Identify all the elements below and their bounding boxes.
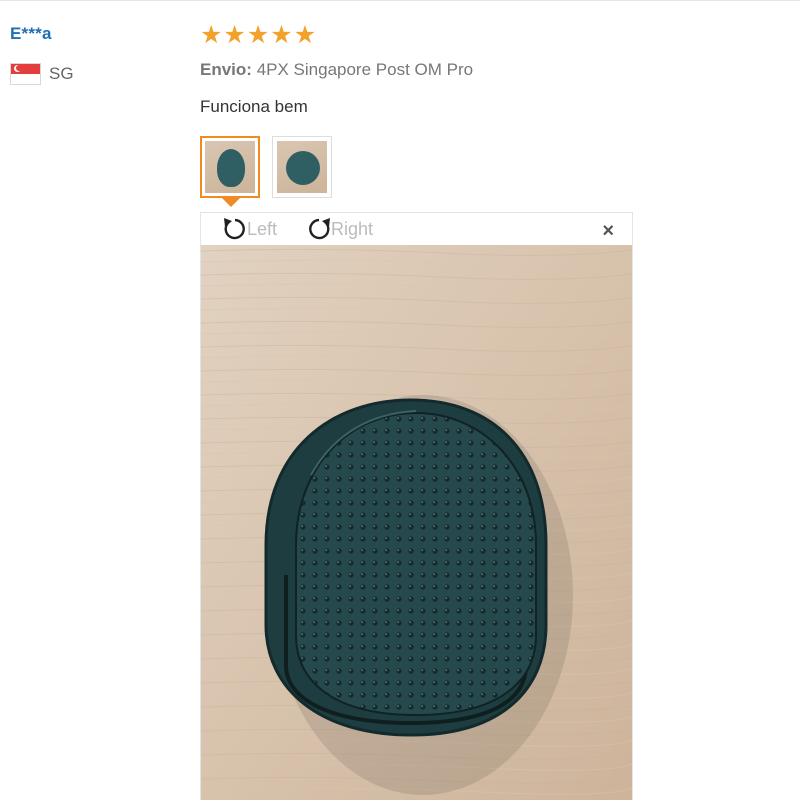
thumbnail-image <box>277 141 327 193</box>
star-icon: ★ <box>246 21 270 49</box>
shipping-method: 4PX Singapore Post OM Pro <box>256 60 474 79</box>
star-rating: ★ ★ ★ ★ ★ <box>200 22 316 48</box>
singapore-flag-icon <box>10 63 41 85</box>
rotate-left-label: Left <box>247 218 278 239</box>
top-divider <box>0 0 800 1</box>
buyer-name: E***a <box>10 24 52 43</box>
star-icon: ★ <box>200 21 223 49</box>
star-icon: ★ <box>270 21 293 49</box>
rotate-left-button[interactable]: Left <box>219 215 277 243</box>
close-viewer-button[interactable]: × <box>602 221 614 241</box>
star-icon: ★ <box>293 21 317 49</box>
review-text: Funciona bem <box>200 97 308 116</box>
photo-viewer: Left Right × <box>200 212 633 800</box>
thumbnail-image <box>205 141 255 193</box>
country-code: SG <box>49 64 74 83</box>
rotate-right-label: Right <box>331 218 374 239</box>
hair-brush-photo <box>201 245 632 800</box>
rotate-right-button[interactable]: Right <box>303 215 373 243</box>
review-photo-thumbnail-1[interactable] <box>200 136 260 198</box>
shipping-label: Envio: <box>200 60 252 79</box>
review-photo-thumbnail-2[interactable] <box>272 136 332 198</box>
star-icon: ★ <box>223 21 246 49</box>
review-page: E***a SG ★ ★ ★ ★ ★ Envio: 4PX Singapore … <box>0 0 800 800</box>
review-photo <box>201 245 632 800</box>
selected-thumbnail-pointer <box>222 198 240 207</box>
shipping-info: Envio: 4PX Singapore Post OM Pro <box>200 60 473 80</box>
viewer-toolbar: Left Right × <box>201 213 632 245</box>
buyer-country: SG <box>10 63 74 85</box>
